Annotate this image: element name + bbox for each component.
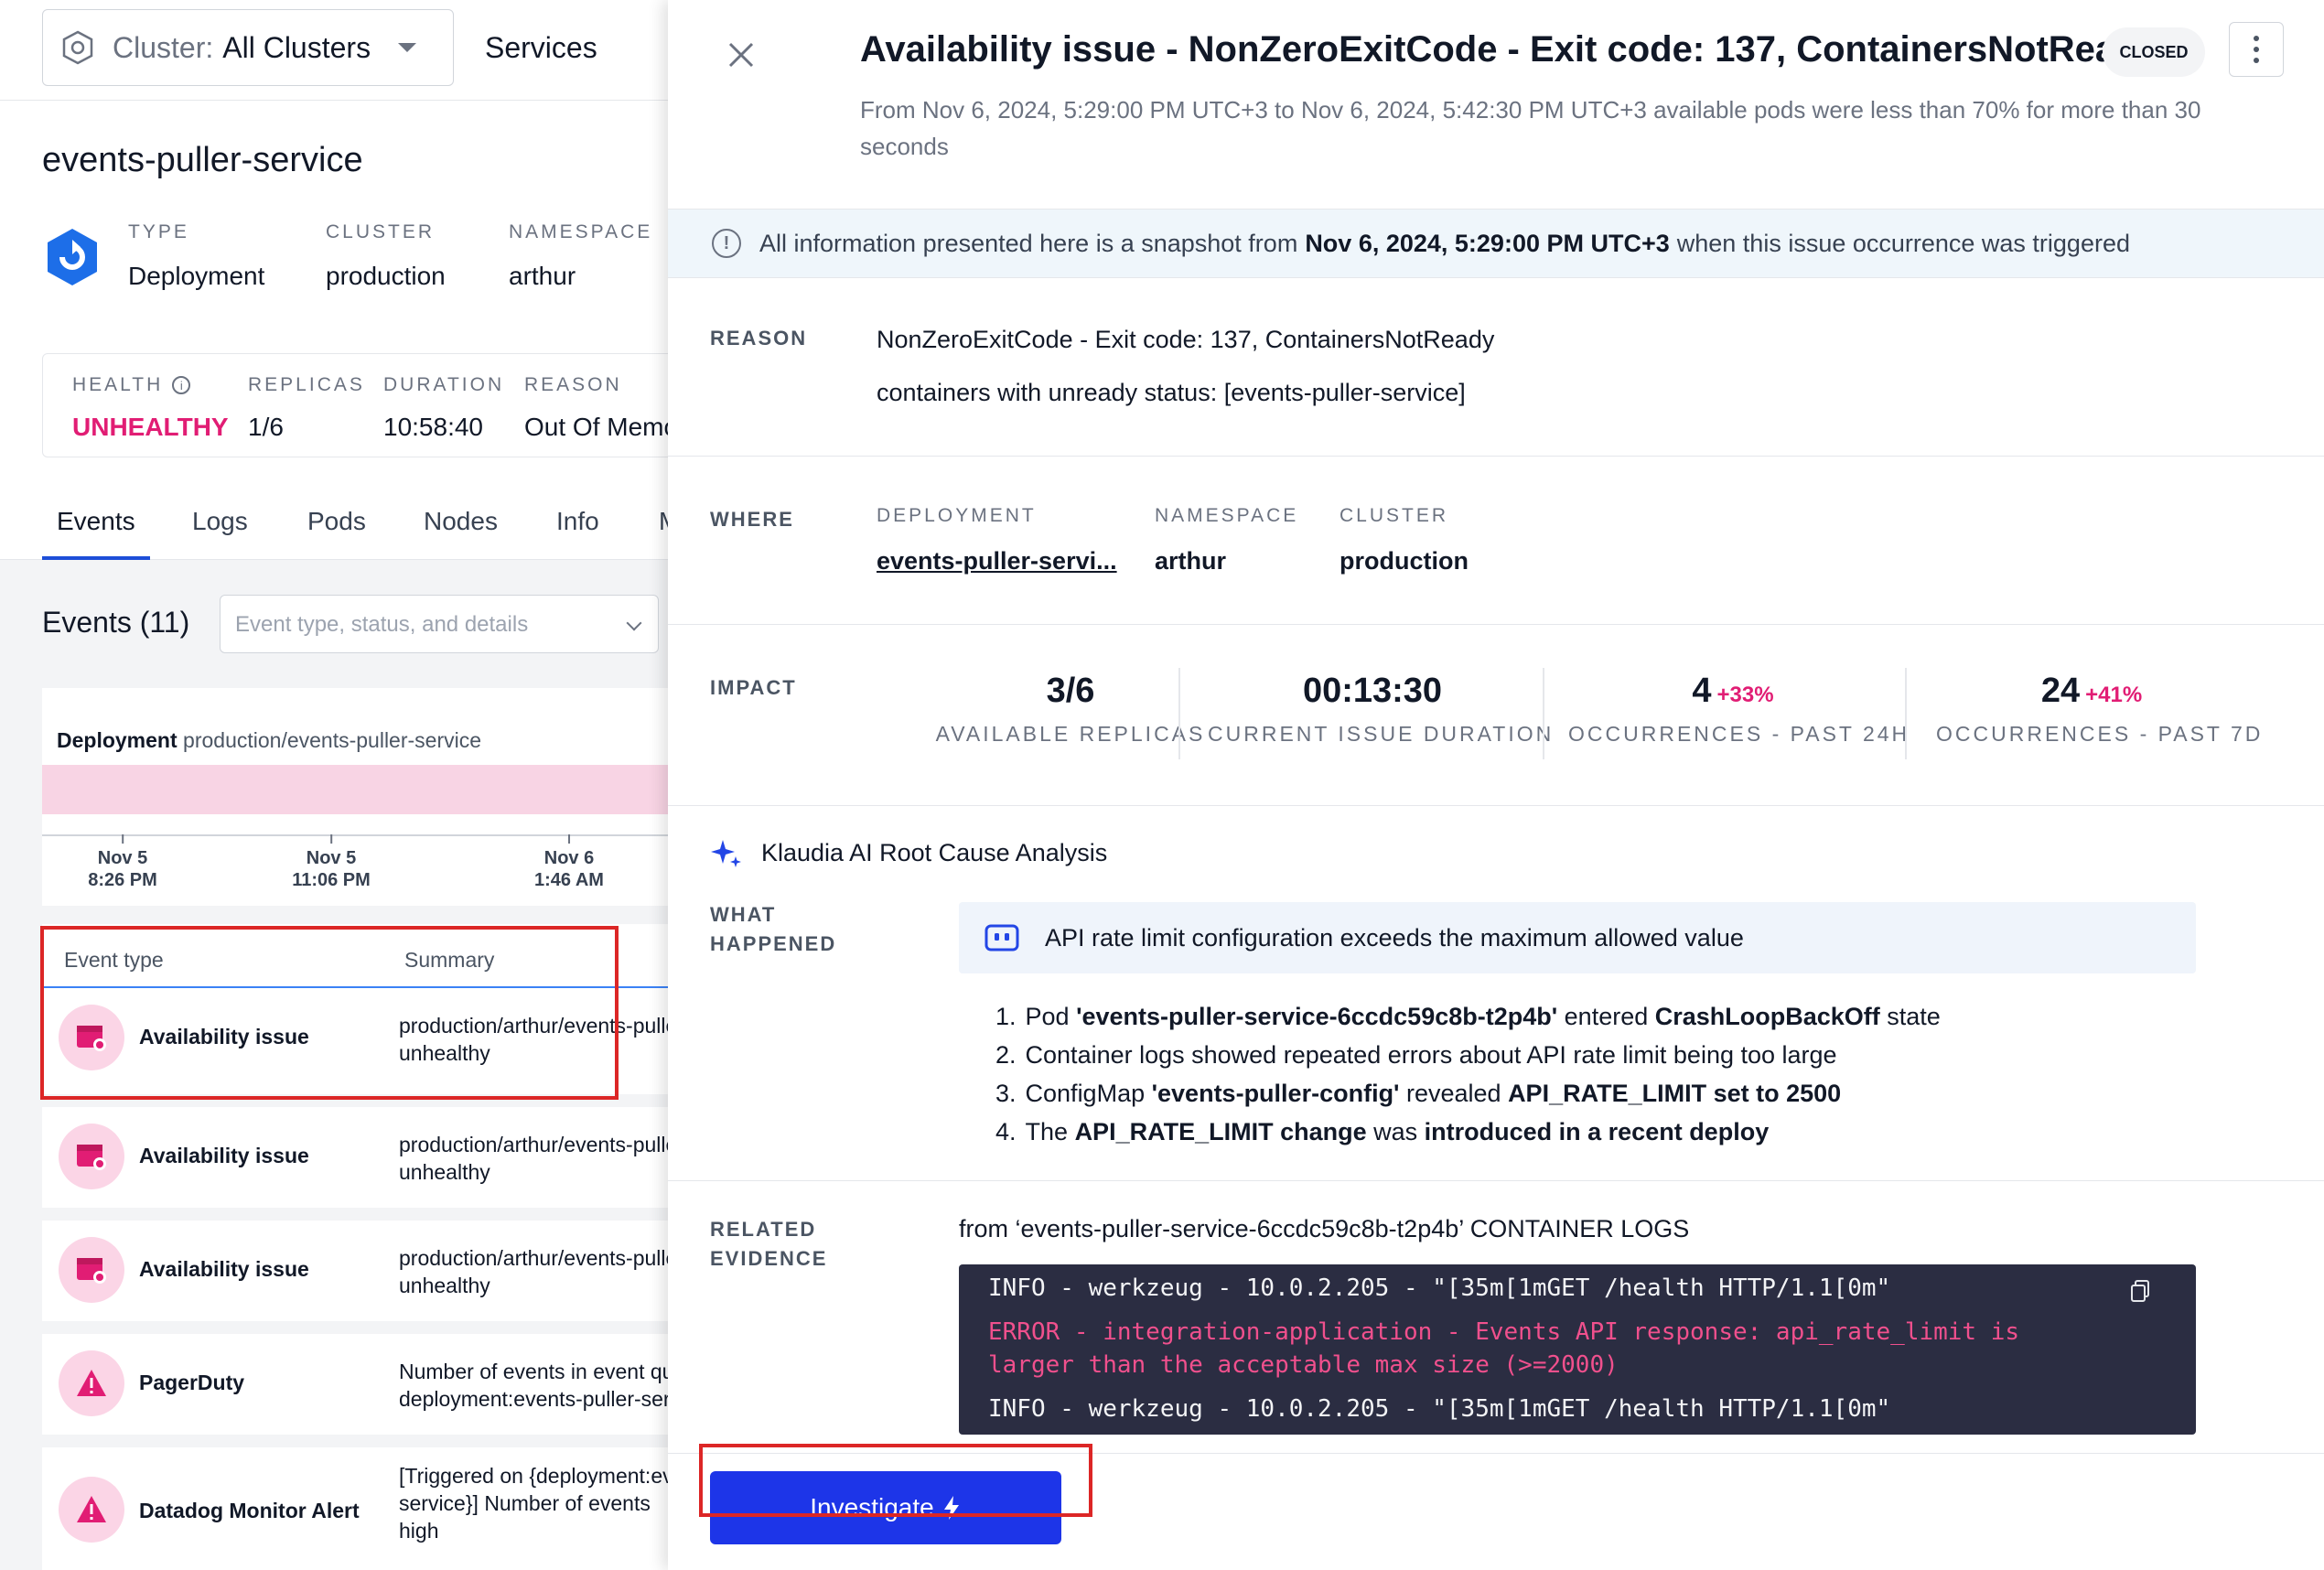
cluster-label: Cluster: <box>113 30 214 64</box>
events-filter[interactable]: Event type, status, and details <box>220 595 659 653</box>
cluster-select[interactable]: Cluster: All Clusters <box>42 9 454 86</box>
kebab-icon <box>2254 36 2259 41</box>
table-row[interactable]: Availability issue production/arthur/eve… <box>42 1107 668 1208</box>
copy-icon[interactable] <box>2130 1279 2150 1303</box>
where-namespace: NAMESPACE arthur <box>1155 505 1299 575</box>
issue-title: Availability issue - NonZeroExitCode - E… <box>860 29 2158 70</box>
what-happened-summary: API rate limit configuration exceeds the… <box>959 902 2196 973</box>
impact-occurrences-24h: 4 +33% OCCURRENCES - PAST 24H <box>1568 672 1910 746</box>
impact-occurrences-7d: 24 +41% OCCURRENCES - PAST 7D <box>1936 672 2264 746</box>
duration-col: DURATION 10:58:40 <box>383 374 505 441</box>
issue-subtitle: From Nov 6, 2024, 5:29:00 PM UTC+3 to No… <box>860 96 2201 160</box>
issue-drawer: Availability issue - NonZeroExitCode - E… <box>668 0 2324 1570</box>
reason-description: containers with unready status: [events-… <box>877 379 1466 406</box>
table-row[interactable]: PagerDuty Number of events in event queu… <box>42 1334 668 1435</box>
where-label: WHERE <box>710 508 794 531</box>
ai-analysis-title: Klaudia AI Root Cause Analysis <box>710 836 1107 869</box>
availability-icon <box>59 1124 124 1189</box>
timeline-tick: Nov 5 8:26 PM <box>88 834 157 891</box>
list-item: 4. The API_RATE_LIMIT change was introduc… <box>995 1118 1770 1145</box>
meta-namespace: NAMESPACE arthur <box>509 221 653 290</box>
list-item: 2. Container logs showed repeated errors … <box>995 1041 1837 1069</box>
sparkles-icon <box>711 840 741 867</box>
list-item: 1. Pod 'events-puller-service-6ccdc59c8b-… <box>995 1003 1941 1030</box>
evidence-title: from ‘events-puller-service-6ccdc59c8b-t… <box>959 1215 1690 1242</box>
service-page: Cluster: All Clusters Services events-pu… <box>0 0 668 1570</box>
snapshot-banner: ! All information presented here is a sn… <box>668 209 2324 278</box>
divider <box>668 624 2324 625</box>
alert-circle-icon: ! <box>712 229 741 258</box>
cluster-value: All Clusters <box>222 30 371 64</box>
tab-more[interactable]: M <box>659 507 668 556</box>
highlight-box <box>699 1444 1092 1517</box>
health-summary: HEALTH i UNHEALTHY REPLICAS 1/6 DURATION … <box>42 353 668 457</box>
table-row[interactable]: Datadog Monitor Alert [Triggered on {dep… <box>42 1447 668 1570</box>
more-options-button[interactable] <box>2229 22 2284 77</box>
impact-label: IMPACT <box>710 676 797 699</box>
analysis-steps: 1. Pod 'events-puller-service-6ccdc59c8b-… <box>959 997 1941 1151</box>
where-cluster: CLUSTER production <box>1340 505 1469 575</box>
where-deployment: DEPLOYMENT events-puller-servi... <box>877 505 1117 575</box>
tab-info[interactable]: Info <box>556 507 599 556</box>
divider <box>668 456 2324 457</box>
what-happened-label: WHAT HAPPENED <box>710 903 837 955</box>
service-tabs: Events Logs Pods Nodes Info M <box>0 490 668 560</box>
replicas-col: REPLICAS 1/6 <box>248 374 365 441</box>
impact-duration: 00:13:30 CURRENT ISSUE DURATION <box>1208 672 1555 746</box>
timeline-tick: Nov 5 11:06 PM <box>292 834 371 891</box>
reason-title: NonZeroExitCode - Exit code: 137, Contai… <box>877 326 1495 353</box>
status-badge: CLOSED <box>2103 27 2205 77</box>
timeline-title: Deployment production/events-puller-serv… <box>57 728 482 752</box>
reason-label: REASON <box>710 327 808 349</box>
tab-events[interactable]: Events <box>42 507 150 560</box>
services-link[interactable]: Services <box>485 31 597 65</box>
warning-icon <box>59 1477 124 1543</box>
close-icon[interactable] <box>723 37 759 73</box>
health-status: UNHEALTHY <box>72 413 229 441</box>
divider <box>668 805 2324 806</box>
kubernetes-icon <box>62 30 93 65</box>
top-bar: Cluster: All Clusters Services <box>0 0 668 101</box>
related-evidence-label: RELATED EVIDENCE <box>710 1218 828 1270</box>
info-icon[interactable]: i <box>172 376 191 394</box>
divider <box>668 1180 2324 1181</box>
meta-cluster: CLUSTER production <box>326 221 446 290</box>
service-header: events-puller-service TYPE Deployment CL… <box>0 101 668 558</box>
highlight-box <box>40 926 619 1100</box>
timeline-tick: Nov 6 1:46 AM <box>534 834 604 891</box>
chevron-down-icon <box>626 615 642 631</box>
health-col: HEALTH i UNHEALTHY <box>72 374 229 441</box>
availability-icon <box>59 1237 124 1303</box>
warning-icon <box>59 1350 124 1416</box>
container-logs: INFO - werkzeug - 10.0.2.205 - "[35m[1mG… <box>959 1264 2196 1435</box>
tab-nodes[interactable]: Nodes <box>424 507 498 556</box>
divider <box>1543 668 1544 759</box>
divider <box>1178 668 1180 759</box>
bot-icon <box>984 924 1019 952</box>
tab-logs[interactable]: Logs <box>192 507 248 556</box>
list-item: 3. ConfigMap 'events-puller-config' revea… <box>995 1080 1842 1107</box>
events-count: Events (11) <box>42 606 190 639</box>
deployment-icon <box>48 229 97 285</box>
timeline-bar[interactable] <box>42 765 668 814</box>
events-timeline: Deployment production/events-puller-serv… <box>42 688 668 906</box>
meta-type: TYPE Deployment <box>128 221 265 290</box>
table-row[interactable]: Availability issue production/arthur/eve… <box>42 1221 668 1321</box>
tab-pods[interactable]: Pods <box>307 507 366 556</box>
divider <box>1905 668 1907 759</box>
deployment-link[interactable]: events-puller-servi... <box>877 547 1117 575</box>
chevron-down-icon <box>398 43 417 52</box>
service-title: events-puller-service <box>42 141 363 179</box>
reason-col: REASON Out Of Memory <box>524 374 668 441</box>
